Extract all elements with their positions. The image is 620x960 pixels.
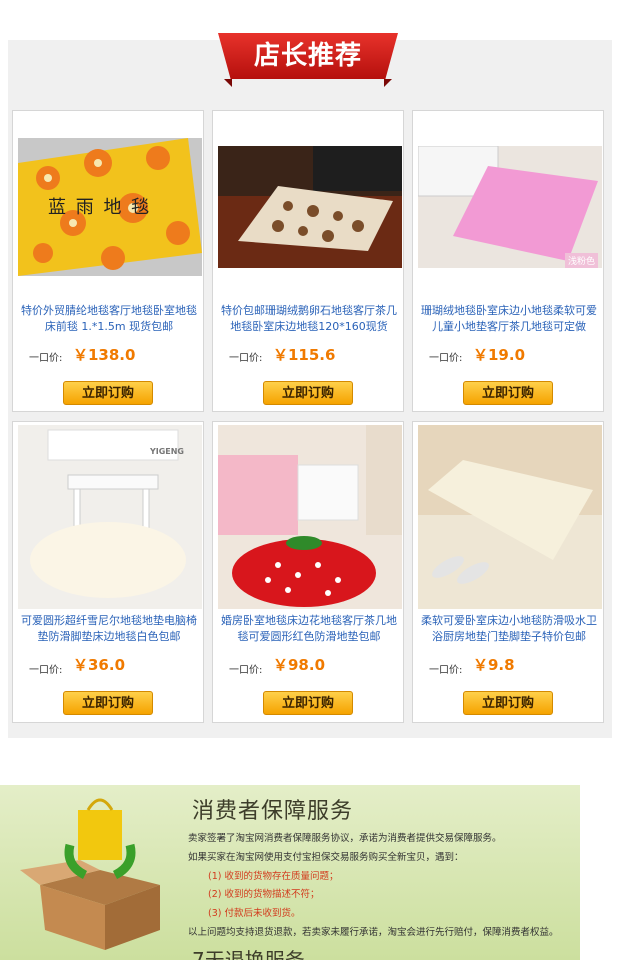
- product-image[interactable]: 蓝 雨 地 毯: [18, 138, 202, 276]
- product-price: ￥9.8: [473, 656, 515, 674]
- buy-now-button[interactable]: 立即订购: [263, 691, 353, 715]
- watermark: 蓝 雨 地 毯: [48, 197, 152, 218]
- buy-now-button[interactable]: 立即订购: [263, 381, 353, 405]
- product-image[interactable]: 浅粉色: [418, 146, 602, 284]
- product-price: ￥19.0: [473, 346, 526, 364]
- product-name[interactable]: 柔软可爱卧室床边小地毯防滑吸水卫浴厨房地垫门垫脚垫子特价包邮: [419, 613, 599, 645]
- product-price: ￥98.0: [273, 656, 326, 674]
- next-section-title: 7天退换服务: [192, 948, 305, 960]
- product-name[interactable]: 特价包邮珊瑚绒鹅卵石地毯客厅茶几地毯卧室床边地毯120*160现货: [219, 303, 399, 335]
- product-price: ￥115.6: [273, 346, 336, 364]
- product-name[interactable]: 可爱圆形超纤雪尼尔地毯地垫电脑椅垫防滑脚垫床边地毯白色包邮: [19, 613, 199, 645]
- product-name[interactable]: 婚房卧室地毯床边花地毯客厅茶几地毯可爱圆形红色防滑地垫包邮: [219, 613, 399, 645]
- guarantee-item: (3) 付款后未收到货。: [208, 908, 301, 919]
- buy-now-button[interactable]: 立即订购: [63, 691, 153, 715]
- product-price: ￥36.0: [73, 656, 126, 674]
- product-card[interactable]: YIGENG 可爱圆形超纤雪尼尔地毯地垫电脑椅垫防滑脚垫床边地毯白色包邮 一口价…: [12, 421, 204, 723]
- gift-box-icon: [20, 798, 160, 950]
- guarantee-footer: 以上问题均支持退货退款，若卖家未履行承诺，淘宝会进行先行赔付，保障消费者权益。: [188, 927, 559, 938]
- price-label: 一口价:: [29, 665, 63, 676]
- recommend-banner: 店长推荐: [218, 33, 398, 87]
- product-image[interactable]: [418, 425, 602, 609]
- guarantee-section: 消费者保障服务 卖家签署了淘宝网消费者保障服务协议，承诺为消费者提供交易保障服务…: [0, 785, 580, 960]
- product-name[interactable]: 珊瑚绒地毯卧室床边小地毯柔软可爱儿童小地垫客厅茶几地毯可定做: [419, 303, 599, 335]
- product-card[interactable]: 柔软可爱卧室床边小地毯防滑吸水卫浴厨房地垫门垫脚垫子特价包邮 一口价: ￥9.8…: [412, 421, 604, 723]
- buy-now-button[interactable]: 立即订购: [63, 381, 153, 405]
- guarantee-condition: 如果买家在淘宝网使用支付宝担保交易服务购买全新宝贝，遇到：: [188, 852, 464, 863]
- price-label: 一口价:: [229, 665, 263, 676]
- color-tag: 浅粉色: [564, 253, 598, 268]
- product-image[interactable]: YIGENG: [18, 425, 202, 609]
- buy-now-button[interactable]: 立即订购: [463, 381, 553, 405]
- product-name[interactable]: 特价外贸腈纶地毯客厅地毯卧室地毯床前毯 1.*1.5m 现货包邮: [19, 303, 199, 335]
- product-card[interactable]: 浅粉色 珊瑚绒地毯卧室床边小地毯柔软可爱儿童小地垫客厅茶几地毯可定做 一口价: …: [412, 110, 604, 412]
- brand-watermark: YIGENG: [149, 447, 184, 456]
- guarantee-item: (1) 收到的货物存在质量问题；: [208, 871, 339, 882]
- product-image[interactable]: [218, 425, 402, 609]
- price-label: 一口价:: [29, 353, 63, 364]
- recommend-title: 店长推荐: [253, 41, 362, 71]
- guarantee-title: 消费者保障服务: [192, 799, 354, 824]
- price-label: 一口价:: [229, 353, 263, 364]
- product-card[interactable]: 特价包邮珊瑚绒鹅卵石地毯客厅茶几地毯卧室床边地毯120*160现货 一口价: ￥…: [212, 110, 404, 412]
- product-price: ￥138.0: [73, 346, 136, 364]
- product-card[interactable]: 蓝 雨 地 毯 特价外贸腈纶地毯客厅地毯卧室地毯床前毯 1.*1.5m 现货包邮…: [12, 110, 204, 412]
- guarantee-intro: 卖家签署了淘宝网消费者保障服务协议，承诺为消费者提供交易保障服务。: [188, 833, 502, 844]
- buy-now-button[interactable]: 立即订购: [463, 691, 553, 715]
- product-card[interactable]: 婚房卧室地毯床边花地毯客厅茶几地毯可爱圆形红色防滑地垫包邮 一口价: ￥98.0…: [212, 421, 404, 723]
- guarantee-item: (2) 收到的货物描述不符；: [208, 889, 320, 900]
- price-label: 一口价:: [429, 353, 463, 364]
- price-label: 一口价:: [429, 665, 463, 676]
- product-image[interactable]: [218, 146, 402, 284]
